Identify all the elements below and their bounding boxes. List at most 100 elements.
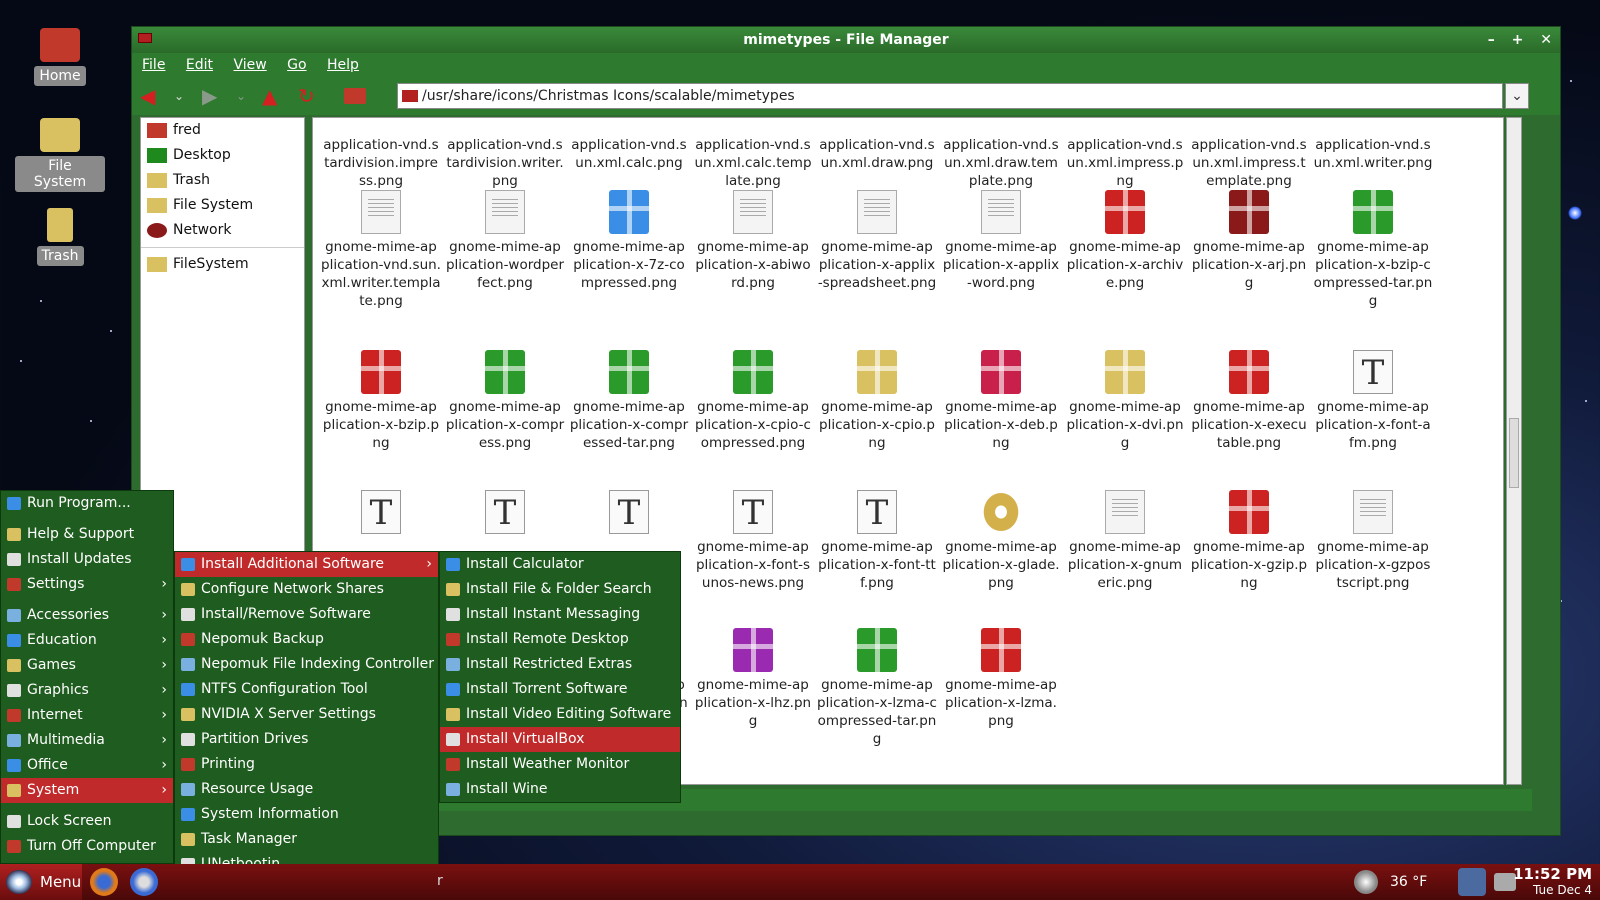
menu-item[interactable]: Install Restricted Extras <box>440 652 680 677</box>
menu-item[interactable]: NTFS Configuration Tool <box>175 677 438 702</box>
file-item[interactable]: gnome-mime-application-x-applix-word.png <box>941 190 1061 292</box>
weather-temperature[interactable]: 36 °F <box>1390 864 1427 900</box>
file-item[interactable]: gnome-mime-application-x-dvi.png <box>1065 350 1185 452</box>
menu-item[interactable]: Nepomuk Backup <box>175 627 438 652</box>
file-item[interactable]: gnome-mime-application-x-lzma-compressed… <box>817 628 937 748</box>
file-item[interactable]: gnome-mime-application-x-archive.png <box>1065 190 1185 292</box>
menu-item[interactable]: Install Wine <box>440 777 680 802</box>
desktop-home[interactable]: Home <box>15 28 105 86</box>
desktop-file-system[interactable]: File System <box>15 118 105 192</box>
sidebar-item-file-system[interactable]: File System <box>141 193 304 218</box>
menu-item[interactable]: Graphics › <box>1 678 173 703</box>
menu-item[interactable]: Install Additional Software › <box>175 552 438 577</box>
file-item[interactable]: gnome-mime-application-x-compressed-tar.… <box>569 350 689 452</box>
menu-item[interactable]: Install Torrent Software <box>440 677 680 702</box>
menu-item[interactable]: Education › <box>1 628 173 653</box>
file-item[interactable]: T <box>569 490 689 538</box>
menu-item[interactable]: NVIDIA X Server Settings <box>175 702 438 727</box>
sidebar-item-desktop[interactable]: Desktop <box>141 143 304 168</box>
menu-item[interactable]: Install Weather Monitor <box>440 752 680 777</box>
clock[interactable]: 11:52 PM Tue Dec 4 <box>1513 864 1592 898</box>
menu-item[interactable]: Lock Screen <box>1 809 173 834</box>
menu-item[interactable]: Office › <box>1 753 173 778</box>
desktop-trash[interactable]: Trash <box>15 208 105 266</box>
menu-item[interactable]: System Information <box>175 802 438 827</box>
file-item[interactable]: gnome-mime-application-x-executable.png <box>1189 350 1309 452</box>
menu-item[interactable]: Settings › <box>1 572 173 597</box>
menu-item[interactable]: Accessories › <box>1 603 173 628</box>
file-item[interactable]: Tgnome-mime-application-x-font-ttf.png <box>817 490 937 592</box>
back-arrow-icon[interactable]: ◀ <box>140 85 155 107</box>
file-item[interactable]: application-vnd.sun.xml.impress.png <box>1065 118 1185 190</box>
file-item[interactable]: gnome-mime-application-x-lzma.png <box>941 628 1061 730</box>
menu-edit[interactable]: Edit <box>186 57 213 73</box>
file-item[interactable]: gnome-mime-application-x-gzip.png <box>1189 490 1309 592</box>
thunderbird-icon[interactable] <box>130 868 158 896</box>
menu-item[interactable]: Configure Network Shares <box>175 577 438 602</box>
location-dropdown-button[interactable]: ⌄ <box>1505 83 1529 109</box>
weather-icon[interactable] <box>1354 870 1378 894</box>
home-folder-icon[interactable] <box>344 88 366 104</box>
file-item[interactable]: T <box>321 490 441 538</box>
location-bar[interactable]: /usr/share/icons/Christmas Icons/scalabl… <box>397 83 1503 109</box>
close-button[interactable]: ✕ <box>1540 32 1552 48</box>
sidebar-item-trash[interactable]: Trash <box>141 168 304 193</box>
file-item[interactable]: gnome-mime-application-x-deb.png <box>941 350 1061 452</box>
file-item[interactable]: T <box>445 490 565 538</box>
menu-item[interactable]: Turn Off Computer <box>1 834 173 859</box>
file-item[interactable]: application-vnd.stardivision.writer.png <box>445 118 565 190</box>
file-item[interactable]: gnome-mime-application-wordperfect.png <box>445 190 565 292</box>
menu-item[interactable]: Install Updates <box>1 547 173 572</box>
sidebar-item-filesystem-bookmark[interactable]: FileSystem <box>141 252 304 277</box>
menu-item[interactable]: Install Video Editing Software <box>440 702 680 727</box>
scrollbar-thumb[interactable] <box>1509 418 1519 488</box>
menu-item[interactable]: Install Instant Messaging <box>440 602 680 627</box>
menu-item[interactable]: Install VirtualBox <box>440 727 680 752</box>
minimize-button[interactable]: – <box>1488 32 1495 48</box>
file-item[interactable]: gnome-mime-application-x-abiword.png <box>693 190 813 292</box>
file-item[interactable]: gnome-mime-application-x-cpio-compressed… <box>693 350 813 452</box>
up-arrow-icon[interactable]: ▲ <box>262 85 277 107</box>
window-titlebar[interactable]: mimetypes - File Manager – + ✕ <box>132 27 1560 53</box>
file-item[interactable]: application-vnd.sun.xml.draw.template.pn… <box>941 118 1061 190</box>
menu-item[interactable]: Run Program... <box>1 491 173 516</box>
file-item[interactable]: application-vnd.stardivision.impress.png <box>321 118 441 190</box>
file-item[interactable]: gnome-mime-application-x-compress.png <box>445 350 565 452</box>
menu-button[interactable]: Menu <box>0 864 82 900</box>
menu-item[interactable]: Games › <box>1 653 173 678</box>
window-menu-icon[interactable] <box>138 33 152 43</box>
file-item[interactable]: Tgnome-mime-application-x-font-sunos-new… <box>693 490 813 592</box>
menu-item[interactable]: Install File & Folder Search <box>440 577 680 602</box>
sidebar-item-fred[interactable]: fred <box>141 118 304 143</box>
file-item[interactable]: application-vnd.sun.xml.calc.template.pn… <box>693 118 813 190</box>
file-item[interactable]: gnome-mime-application-x-bzip-compressed… <box>1313 190 1433 310</box>
menu-item[interactable]: Partition Drives <box>175 727 438 752</box>
file-item[interactable]: application-vnd.sun.xml.impress.template… <box>1189 118 1309 190</box>
user-icon[interactable] <box>1458 868 1486 896</box>
menu-item[interactable]: System › <box>1 778 173 803</box>
file-item[interactable]: gnome-mime-application-x-glade.png <box>941 490 1061 592</box>
menu-view[interactable]: View <box>233 57 266 73</box>
menu-item[interactable]: Install Calculator <box>440 552 680 577</box>
menu-item[interactable]: Resource Usage <box>175 777 438 802</box>
file-item[interactable]: application-vnd.sun.xml.calc.png <box>569 118 689 172</box>
file-item[interactable]: application-vnd.sun.xml.draw.png <box>817 118 937 172</box>
maximize-button[interactable]: + <box>1512 32 1524 48</box>
file-item[interactable]: gnome-mime-application-x-applix-spreadsh… <box>817 190 937 292</box>
file-item[interactable]: gnome-mime-application-x-lhz.png <box>693 628 813 730</box>
forward-arrow-icon[interactable]: ▶ <box>202 85 217 107</box>
menu-item[interactable]: Printing <box>175 752 438 777</box>
menu-item[interactable]: Install Remote Desktop <box>440 627 680 652</box>
menu-item[interactable]: Install/Remove Software <box>175 602 438 627</box>
sidebar-item-network[interactable]: Network <box>141 218 304 243</box>
forward-history-chevron-icon[interactable]: ⌄ <box>236 85 246 107</box>
file-item[interactable]: gnome-mime-application-x-bzip.png <box>321 350 441 452</box>
vertical-scrollbar[interactable] <box>1506 117 1522 785</box>
file-item[interactable]: Tgnome-mime-application-x-font-afm.png <box>1313 350 1433 452</box>
file-item[interactable]: gnome-mime-application-x-gzpostscript.pn… <box>1313 490 1433 592</box>
taskbar-item-fragment[interactable]: r <box>437 873 443 889</box>
menu-item[interactable]: Help & Support <box>1 522 173 547</box>
reload-icon[interactable]: ↻ <box>298 85 315 107</box>
file-item[interactable]: gnome-mime-application-vnd.sun.xml.write… <box>321 190 441 310</box>
file-item[interactable]: gnome-mime-application-x-arj.png <box>1189 190 1309 292</box>
